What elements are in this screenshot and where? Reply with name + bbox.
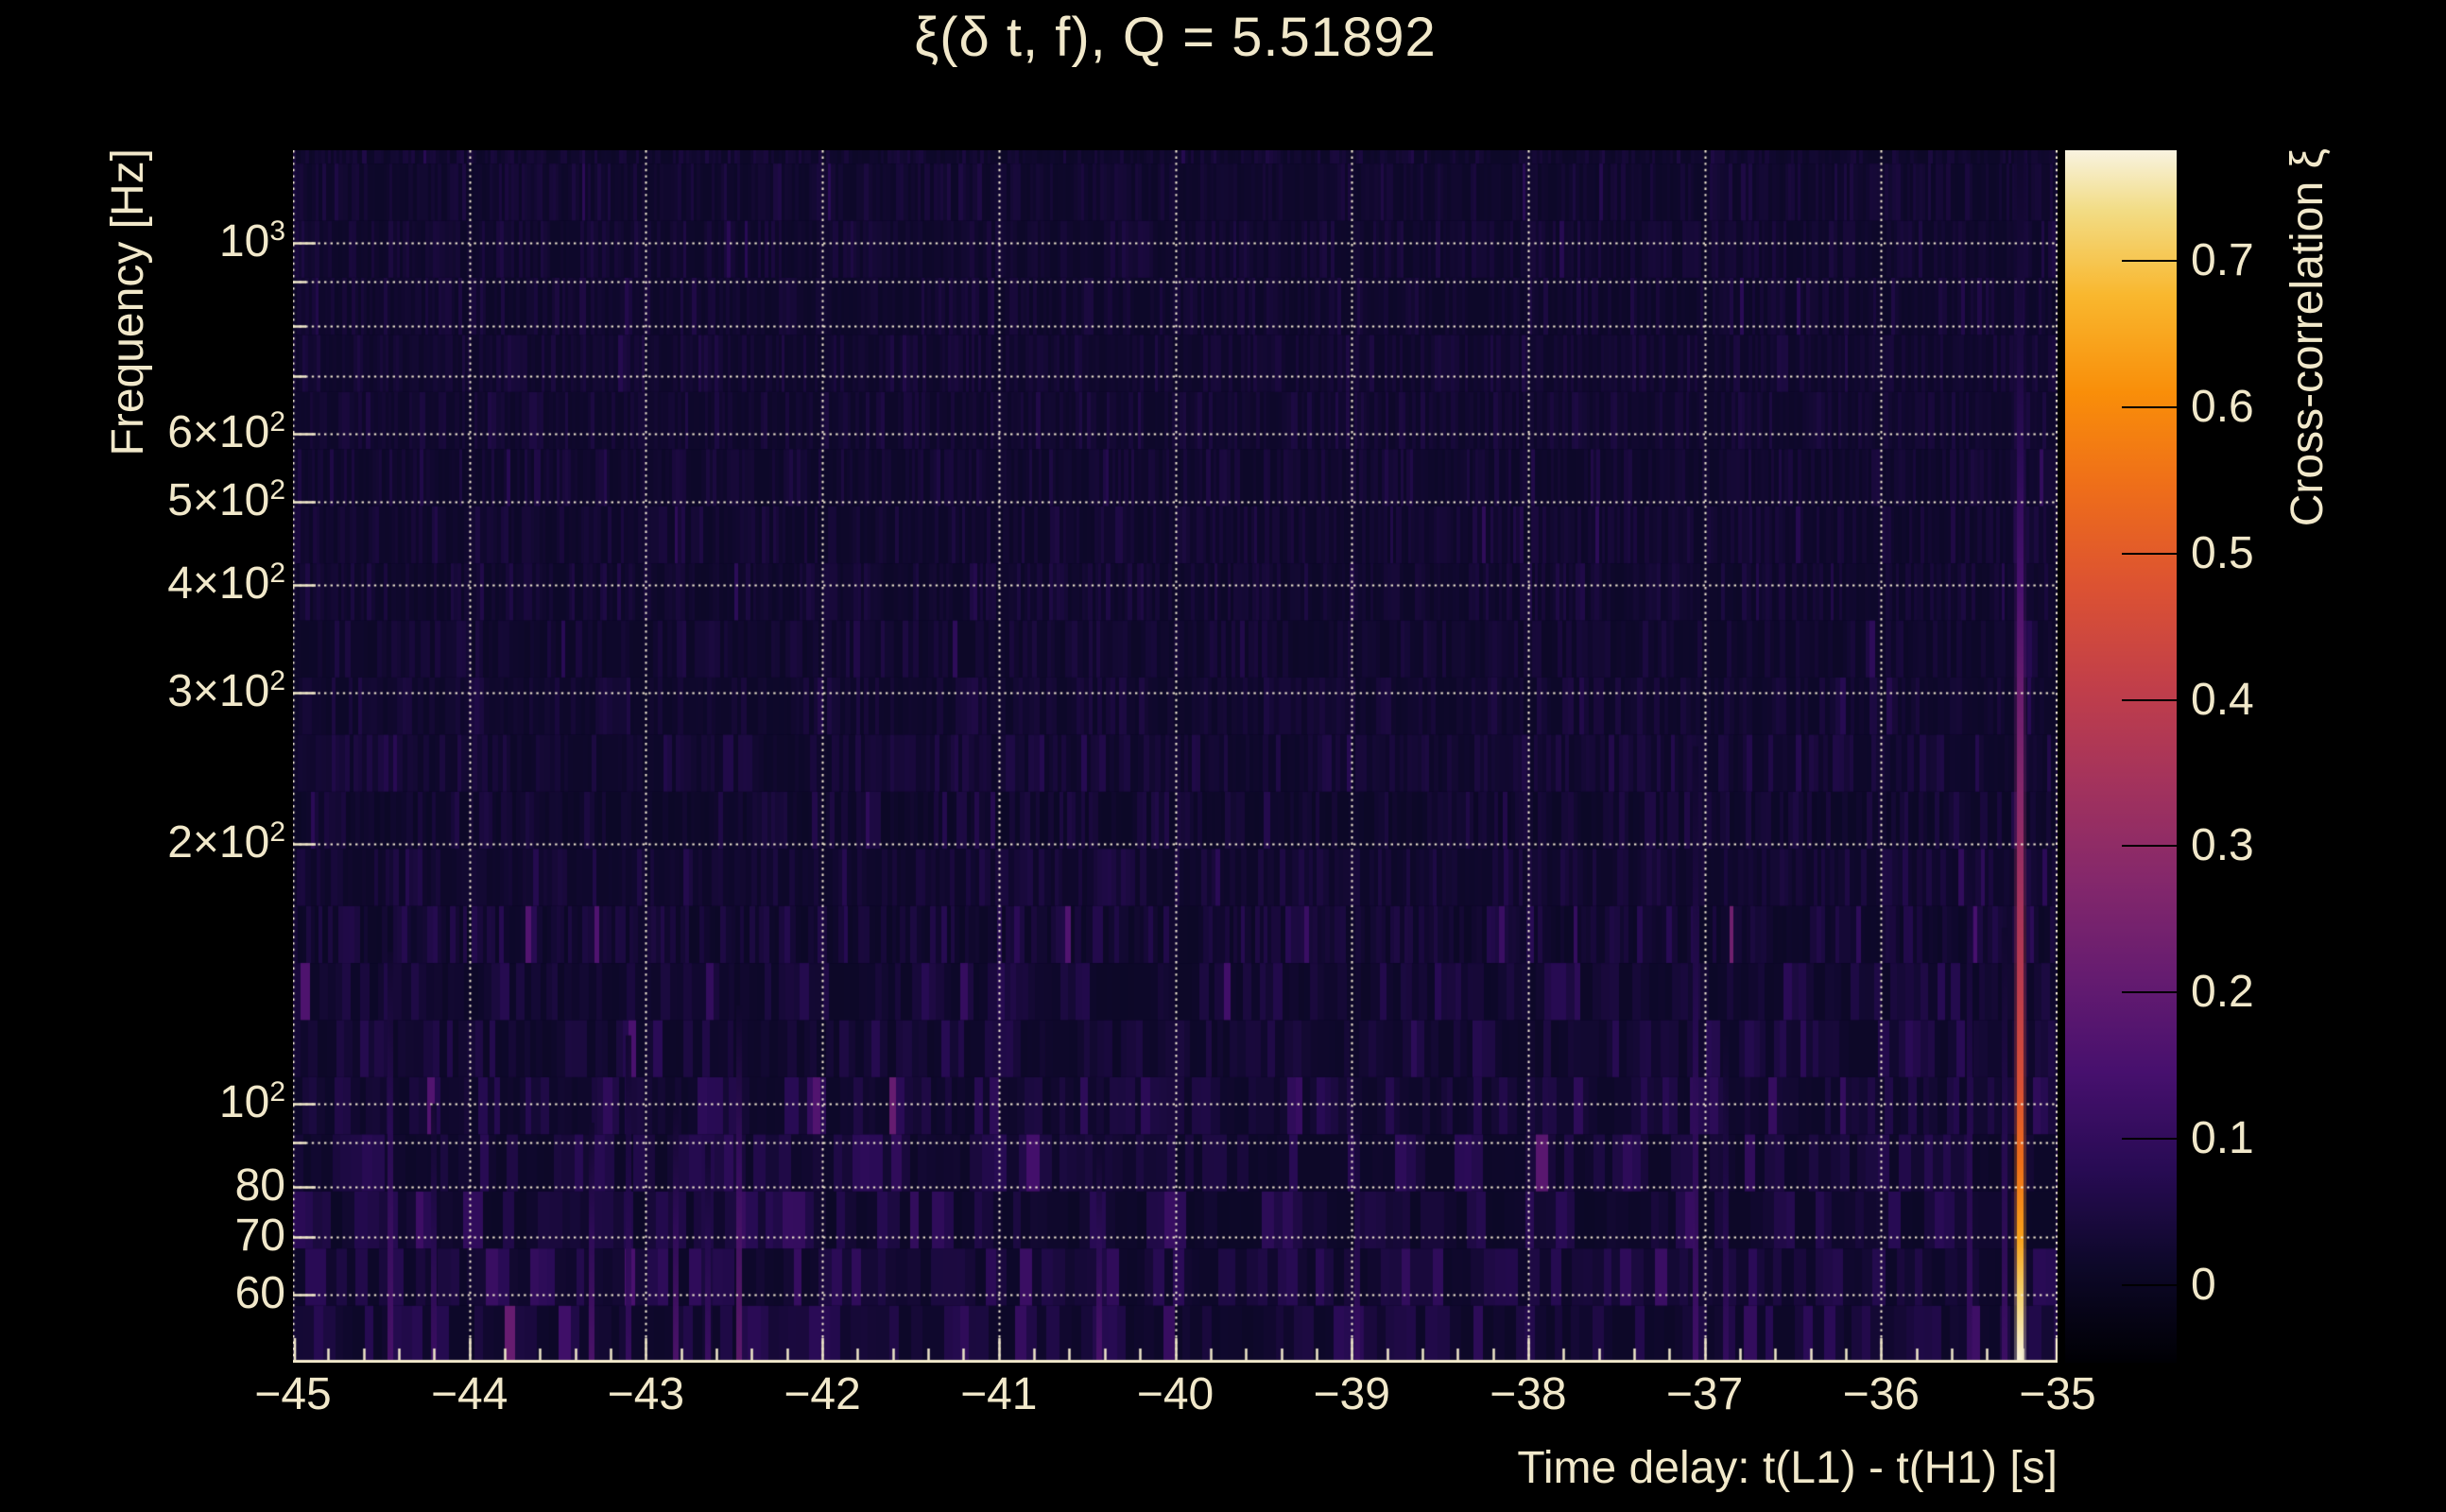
y-tick-label: 5×102 xyxy=(167,473,285,525)
colorbar-gradient xyxy=(2065,150,2177,1363)
y-tick-label: 80 xyxy=(234,1160,285,1211)
colorbar-tick-mark xyxy=(2122,991,2177,994)
colorbar-tick-label: 0.3 xyxy=(2191,820,2254,871)
y-tick-label: 6×102 xyxy=(167,405,285,457)
x-tick-label: −36 xyxy=(1842,1369,1920,1419)
y-tick-label: 4×102 xyxy=(167,558,285,610)
colorbar-tick-label: 0.5 xyxy=(2191,527,2254,578)
colorbar-tick-mark xyxy=(2122,698,2177,701)
colorbar xyxy=(2065,150,2177,1363)
x-tick-label: −40 xyxy=(1136,1369,1214,1419)
colorbar-tick-mark xyxy=(2122,405,2177,408)
y-tick-label: 102 xyxy=(218,1075,285,1127)
colorbar-tick-label: 0 xyxy=(2191,1259,2216,1310)
x-tick-label: −37 xyxy=(1665,1369,1744,1419)
x-tick-label: −39 xyxy=(1313,1369,1390,1419)
x-tick-label: −42 xyxy=(784,1369,861,1419)
x-tick-label: −44 xyxy=(430,1369,508,1419)
colorbar-tick-mark xyxy=(2122,845,2177,848)
x-tick-label: −41 xyxy=(960,1369,1038,1419)
x-tick-label: −35 xyxy=(2019,1369,2096,1419)
y-tick-label: 60 xyxy=(234,1267,285,1318)
figure: ξ(δ t, f), Q = 5.51892 Frequency [Hz] −4… xyxy=(0,0,2446,1512)
colorbar-tick-label: 0.4 xyxy=(2191,674,2254,725)
x-tick-label: −45 xyxy=(254,1369,332,1419)
x-tick-label: −38 xyxy=(1490,1369,1567,1419)
heatmap-canvas xyxy=(293,150,2058,1363)
colorbar-tick-label: 0.6 xyxy=(2191,381,2254,432)
x-tick-label: −43 xyxy=(607,1369,685,1419)
x-axis-title: Time delay: t(L1) - t(H1) [s] xyxy=(1517,1443,2058,1493)
colorbar-tick-mark xyxy=(2122,1283,2177,1286)
y-tick-label: 103 xyxy=(218,215,285,266)
colorbar-tick-mark xyxy=(2122,260,2177,263)
colorbar-tick-label: 0.2 xyxy=(2191,967,2254,1018)
colorbar-tick-label: 0.1 xyxy=(2191,1113,2254,1164)
y-tick-label: 3×102 xyxy=(167,665,285,717)
y-tick-label: 2×102 xyxy=(167,816,285,868)
y-tick-label: 70 xyxy=(234,1210,285,1261)
figure-title: ξ(δ t, f), Q = 5.51892 xyxy=(914,7,1437,68)
colorbar-tick-mark xyxy=(2122,1138,2177,1141)
colorbar-tick-label: 0.7 xyxy=(2191,235,2254,286)
colorbar-tick-mark xyxy=(2122,552,2177,555)
